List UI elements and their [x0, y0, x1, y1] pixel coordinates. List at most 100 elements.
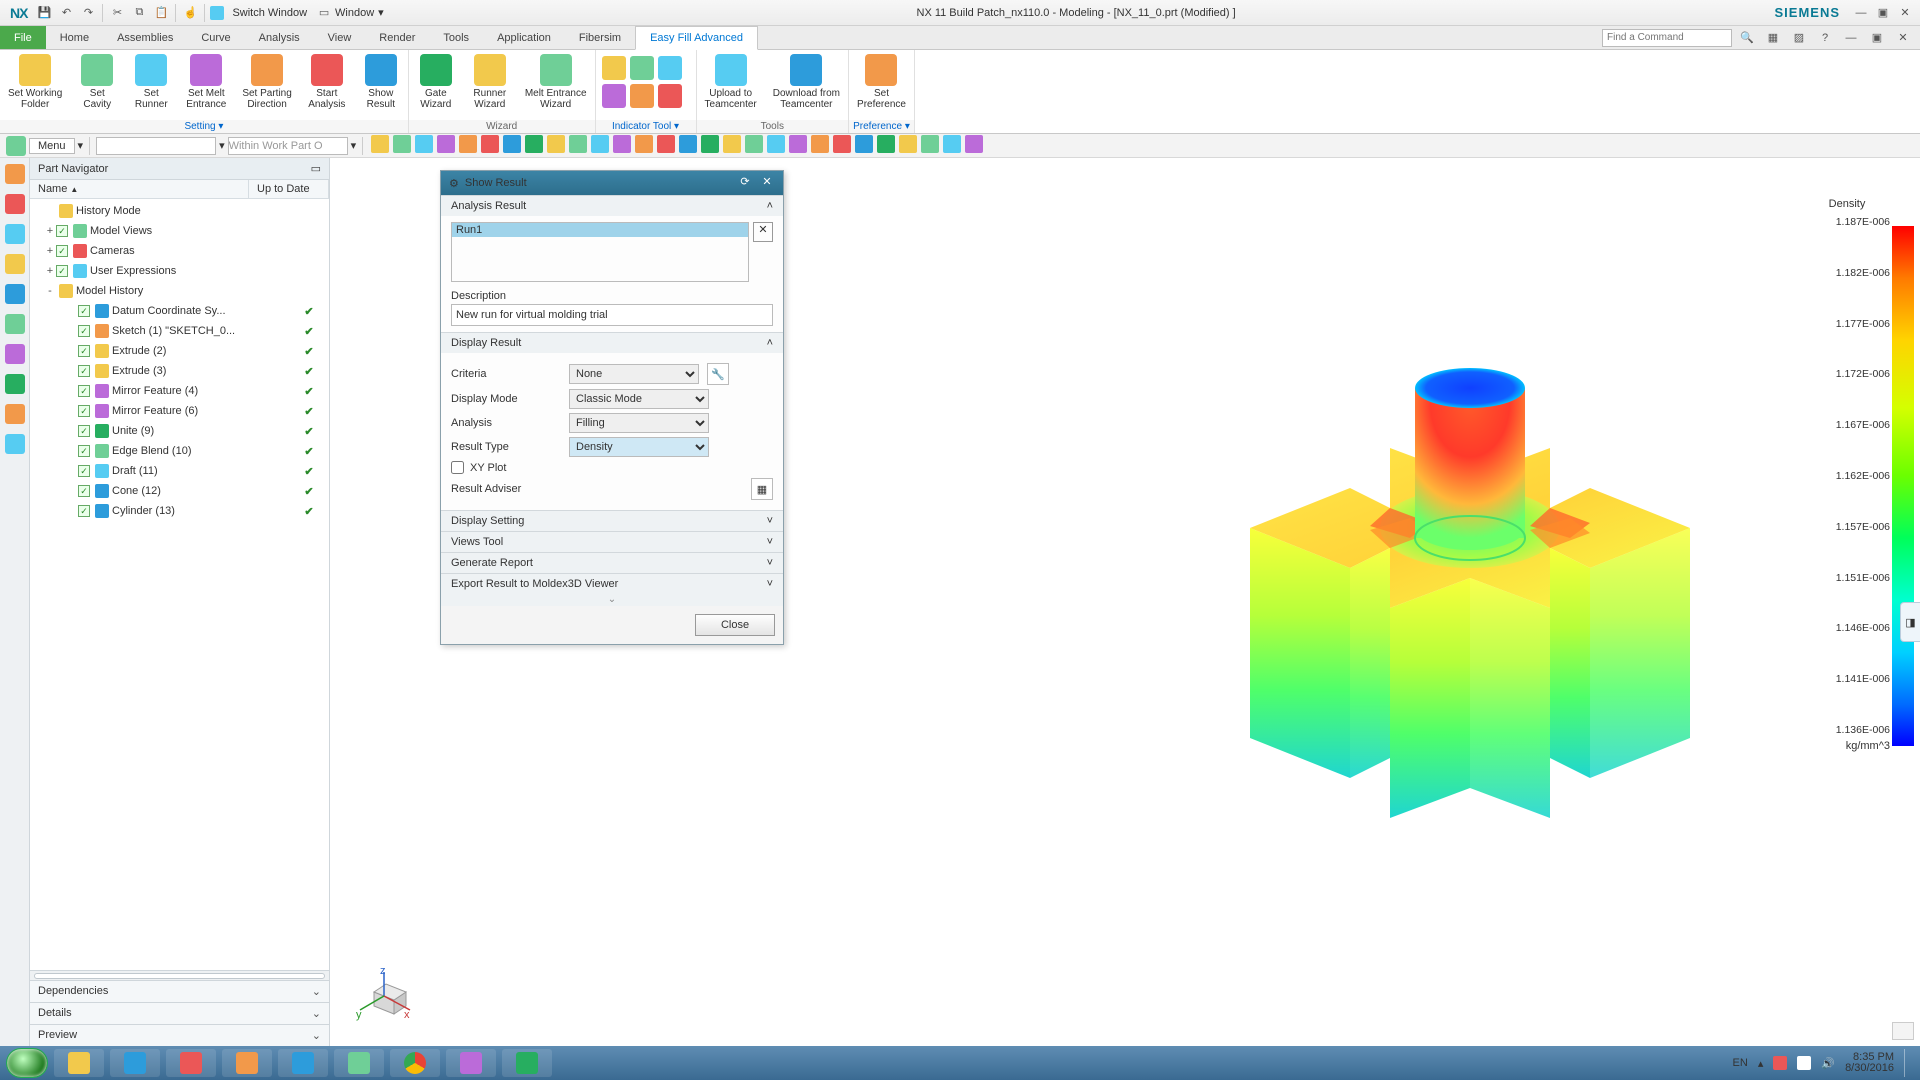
description-input[interactable] — [451, 304, 773, 326]
toolstrip-icon[interactable] — [437, 135, 455, 153]
toolstrip-icon[interactable] — [591, 135, 609, 153]
tree-row[interactable]: ✓Unite (9)✔ — [30, 421, 329, 441]
run-listbox[interactable]: Run1 — [451, 222, 749, 282]
resbar-assy-icon[interactable] — [5, 194, 25, 214]
toolstrip-icon[interactable] — [657, 135, 675, 153]
tree-checkbox[interactable]: ✓ — [78, 465, 90, 477]
find-command-input[interactable] — [1602, 29, 1732, 47]
tree-checkbox[interactable]: ✓ — [78, 345, 90, 357]
toolstrip-icon[interactable] — [393, 135, 411, 153]
ribbon-melt-entrance-button[interactable]: Melt EntranceWizard — [517, 50, 595, 120]
resbar-reuse-icon[interactable] — [5, 254, 25, 274]
tree-checkbox[interactable]: ✓ — [78, 485, 90, 497]
undo-icon[interactable]: ↶ — [57, 4, 75, 22]
tab-easyfill[interactable]: Easy Fill Advanced — [635, 26, 758, 50]
tab-render[interactable]: Render — [365, 26, 429, 49]
section-display-setting[interactable]: Display Setting˅ — [441, 511, 783, 531]
switch-window-button[interactable]: Switch Window — [226, 7, 313, 19]
section-details[interactable]: Details⌄ — [30, 1002, 329, 1024]
indicator-button[interactable] — [630, 56, 654, 80]
dialog-close-icon[interactable]: ✕ — [759, 175, 775, 191]
toolstrip-icon[interactable] — [415, 135, 433, 153]
mdi-minimize-button[interactable]: — — [1842, 29, 1860, 47]
tab-view[interactable]: View — [314, 26, 366, 49]
tree-checkbox[interactable]: ✓ — [78, 425, 90, 437]
taskbar-app1[interactable] — [334, 1049, 384, 1077]
tray-lang[interactable]: EN — [1733, 1057, 1748, 1069]
toolstrip-icon[interactable] — [899, 135, 917, 153]
search-icon[interactable]: 🔍 — [1738, 29, 1756, 47]
tree-checkbox[interactable]: ✓ — [78, 505, 90, 517]
criteria-settings-button[interactable]: 🔧 — [707, 363, 729, 385]
toolstrip-icon[interactable] — [459, 135, 477, 153]
copy-icon[interactable]: ⧉ — [130, 4, 148, 22]
taskbar-ie[interactable] — [110, 1049, 160, 1077]
toolstrip-icon[interactable] — [547, 135, 565, 153]
taskbar-acrobat[interactable] — [166, 1049, 216, 1077]
tab-file[interactable]: File — [0, 26, 46, 49]
ribbon-group-label[interactable]: Setting ▾ — [0, 120, 408, 133]
toolstrip-icon[interactable] — [569, 135, 587, 153]
result-adviser-button[interactable]: ▦ — [751, 478, 773, 500]
indicator-button[interactable] — [602, 84, 626, 108]
dialog-resize-handle[interactable]: ⌄ — [441, 594, 783, 606]
toolstrip-icon[interactable] — [613, 135, 631, 153]
toolstrip-icon[interactable] — [635, 135, 653, 153]
layout2-icon[interactable]: ▨ — [1790, 29, 1808, 47]
tree-row[interactable]: ✓Datum Coordinate Sy...✔ — [30, 301, 329, 321]
resbar-constraint-icon[interactable] — [5, 224, 25, 244]
toolstrip-icon[interactable] — [833, 135, 851, 153]
menu-button[interactable]: Menu — [29, 138, 75, 154]
tree-checkbox[interactable]: ✓ — [78, 365, 90, 377]
ribbon-group-label[interactable]: Preference ▾ — [849, 120, 914, 133]
ribbon-set-working-button[interactable]: Set WorkingFolder — [0, 50, 70, 120]
window-icon[interactable]: ▭ — [315, 4, 333, 22]
taskbar-save[interactable] — [278, 1049, 328, 1077]
ribbon-show-button[interactable]: ShowResult — [354, 50, 408, 120]
toolstrip-icon[interactable] — [877, 135, 895, 153]
redo-icon[interactable]: ↷ — [79, 4, 97, 22]
resbar-browser-icon[interactable] — [5, 314, 25, 334]
toolstrip-icon[interactable] — [723, 135, 741, 153]
graphics-viewport[interactable]: ⚙ Show Result ⟳ ✕ Analysis Result˄ Run1 … — [330, 158, 1920, 1046]
toolstrip-icon[interactable] — [943, 135, 961, 153]
toolstrip-icon[interactable] — [701, 135, 719, 153]
tree-row[interactable]: ✓Extrude (3)✔ — [30, 361, 329, 381]
show-desktop-button[interactable] — [1904, 1049, 1914, 1077]
toolstrip-icon[interactable] — [371, 135, 389, 153]
tree-checkbox[interactable]: ✓ — [78, 305, 90, 317]
help-icon[interactable]: ? — [1816, 29, 1834, 47]
section-dependencies[interactable]: Dependencies⌄ — [30, 980, 329, 1002]
tab-curve[interactable]: Curve — [187, 26, 244, 49]
menustrip-icon[interactable] — [6, 136, 26, 156]
resbar-roles-icon[interactable] — [5, 374, 25, 394]
tree-checkbox[interactable]: ✓ — [56, 265, 68, 277]
tree-row[interactable]: ✓Draft (11)✔ — [30, 461, 329, 481]
resize-grip[interactable] — [1892, 1022, 1914, 1040]
resbar-nav-icon[interactable] — [5, 164, 25, 184]
indicator-button[interactable] — [658, 84, 682, 108]
tree-row[interactable]: ✓Extrude (2)✔ — [30, 341, 329, 361]
resbar-history-icon[interactable] — [5, 344, 25, 364]
ribbon-start-button[interactable]: StartAnalysis — [300, 50, 354, 120]
tab-application[interactable]: Application — [483, 26, 565, 49]
section-generate-report[interactable]: Generate Report˅ — [441, 553, 783, 573]
tree-row[interactable]: ✓Edge Blend (10)✔ — [30, 441, 329, 461]
tree-checkbox[interactable]: ✓ — [78, 445, 90, 457]
ribbon-gate-button[interactable]: GateWizard — [409, 50, 463, 120]
ribbon-download-from-button[interactable]: Download fromTeamcenter — [765, 50, 848, 120]
ribbon-set-button[interactable]: SetRunner — [124, 50, 178, 120]
window-menu[interactable]: Window — [335, 7, 374, 19]
result-type-select[interactable]: Density — [569, 437, 709, 457]
tab-fibersim[interactable]: Fibersim — [565, 26, 635, 49]
section-analysis-result[interactable]: Analysis Result˄ — [441, 196, 783, 216]
resbar-hd3d-icon[interactable] — [5, 284, 25, 304]
taskbar-nx[interactable] — [502, 1049, 552, 1077]
tray-flag-icon[interactable] — [1773, 1056, 1787, 1070]
indicator-button[interactable] — [602, 56, 626, 80]
ribbon-set-button[interactable]: SetPreference — [849, 50, 914, 120]
scope-select[interactable] — [228, 137, 348, 155]
tree-checkbox[interactable]: ✓ — [56, 245, 68, 257]
mdi-restore-button[interactable]: ▣ — [1868, 29, 1886, 47]
tray-network-icon[interactable] — [1797, 1056, 1811, 1070]
